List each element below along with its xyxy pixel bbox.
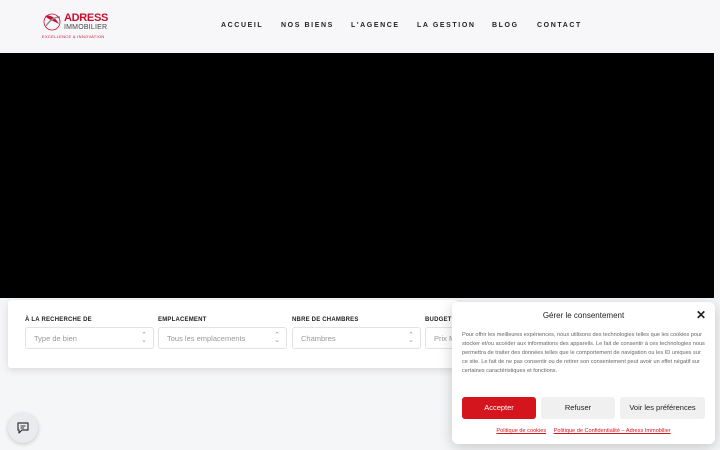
chat-button[interactable] [8, 413, 38, 443]
site-header: ADRESS IMMOBILIER EXCELLENCE & INNOVATIO… [0, 0, 720, 53]
hero-video[interactable] [0, 53, 714, 298]
type-select[interactable]: Type de bien ⌃ ⌄ [25, 327, 154, 349]
field-chambres-label: NBRE DE CHAMBRES [292, 317, 359, 323]
field-budget-label: BUDGET [425, 317, 452, 323]
field-chambres: NBRE DE CHAMBRES Chambres ⌃ ⌄ [292, 317, 421, 349]
nav-accueil[interactable]: ACCUEIL [221, 22, 263, 29]
privacy-policy-link[interactable]: Politique de Confidentialité – Adress Im… [554, 428, 671, 434]
nav-nos-biens[interactable]: NOS BIENS [281, 22, 334, 29]
field-type-label: À LA RECHERCHE DE [25, 317, 92, 323]
updown-arrow-icon: ⌃ ⌄ [408, 332, 414, 344]
emplacement-select[interactable]: Tous les emplacements ⌃ ⌄ [158, 327, 287, 349]
nav-agence[interactable]: L'AGENCE [351, 22, 400, 29]
refuse-button[interactable]: Refuser [541, 397, 615, 419]
chat-bubble-icon [17, 422, 29, 434]
updown-arrow-icon: ⌃ ⌄ [141, 332, 147, 344]
field-type: À LA RECHERCHE DE Type de bien ⌃ ⌄ [25, 317, 154, 349]
updown-arrow-icon: ⌃ ⌄ [274, 332, 280, 344]
preferences-button[interactable]: Voir les préférences [620, 397, 705, 419]
chambres-select[interactable]: Chambres ⌃ ⌄ [292, 327, 421, 349]
close-icon[interactable]: ✕ [695, 309, 707, 321]
accept-button[interactable]: Accepter [462, 397, 536, 419]
consent-modal: Gérer le consentement ✕ Pour offrir les … [452, 302, 715, 444]
consent-title: Gérer le consentement [542, 311, 625, 320]
main-nav: ACCUEIL NOS BIENS L'AGENCE LA GESTION BL… [0, 22, 720, 32]
chambres-select-value: Chambres [301, 334, 336, 343]
cookie-policy-link[interactable]: Politique de cookies [496, 428, 546, 434]
emplacement-select-value: Tous les emplacements [167, 334, 246, 343]
field-emplacement-label: EMPLACEMENT [158, 317, 207, 323]
nav-blog[interactable]: BLOG [492, 22, 519, 29]
nav-gestion[interactable]: LA GESTION [417, 22, 476, 29]
consent-links: Politique de cookies Politique de Confid… [452, 428, 715, 434]
logo-tagline: EXCELLENCE & INNOVATION [42, 34, 105, 39]
nav-contact[interactable]: CONTACT [537, 22, 582, 29]
field-budget: BUDGET Prix M [425, 317, 458, 349]
consent-text: Pour offrir les meilleures expériences, … [462, 332, 705, 374]
type-select-value: Type de bien [34, 334, 77, 343]
property-search: À LA RECHERCHE DE Type de bien ⌃ ⌄ EMPLAC… [8, 300, 458, 368]
field-emplacement: EMPLACEMENT Tous les emplacements ⌃ ⌄ [158, 317, 287, 349]
